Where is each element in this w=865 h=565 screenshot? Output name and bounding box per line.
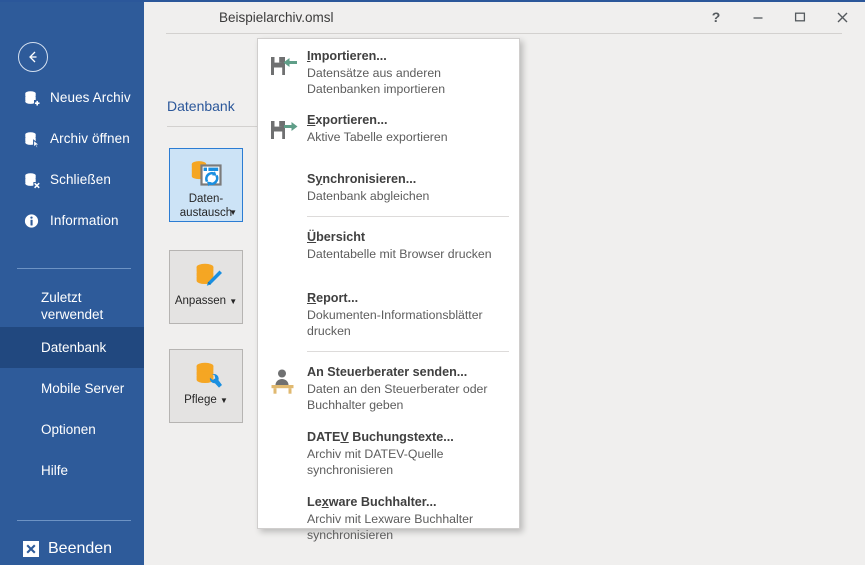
menu-item-title: Synchronisieren... <box>307 172 417 186</box>
menu-item-description: Datensätze aus anderen Datenbanken impor… <box>307 66 446 96</box>
sidebar-item-label: Archiv öffnen <box>50 131 130 146</box>
database-close-icon <box>23 171 41 189</box>
menu-item-title: Lexware Buchhalter... <box>307 495 437 509</box>
help-icon: ? <box>711 9 721 25</box>
anpassen-button[interactable]: Anpassen ▼ <box>169 250 243 324</box>
application-window: Neues Archiv Archiv öffnen Schließen Inf… <box>0 0 865 565</box>
ribbon-group-underline <box>167 126 261 127</box>
sidebar-secondary-nav: Zuletzt verwendet Datenbank Mobile Serve… <box>0 285 144 491</box>
menu-item-description: Dokumenten-Informationsblätter drucken <box>307 308 483 338</box>
menu-item-exportieren[interactable]: Exportieren... Aktive Tabelle exportiere… <box>258 109 519 148</box>
menu-item-description: Aktive Tabelle exportieren <box>307 130 448 144</box>
pflege-button[interactable]: Pflege ▼ <box>169 349 243 423</box>
database-exchange-icon <box>189 157 223 191</box>
menu-item-description: Daten an den Steuerberater oder Buchhalt… <box>307 382 488 412</box>
sidebar-divider-bottom <box>17 520 131 521</box>
menu-item-description: Datentabelle mit Browser drucken <box>307 247 492 261</box>
maximize-button[interactable] <box>779 2 821 32</box>
menu-item-title: Report... <box>307 291 359 305</box>
close-icon <box>837 12 847 22</box>
sidebar-item-label: Beenden <box>48 540 113 557</box>
sidebar-item-archiv-oeffnen[interactable]: Archiv öffnen <box>0 118 144 159</box>
chevron-down-icon[interactable]: ▼ <box>220 396 228 405</box>
button-label: Pflege ▼ <box>170 394 242 408</box>
menu-item-uebersicht[interactable]: Übersicht Datentabelle mit Browser druck… <box>258 226 519 265</box>
database-open-icon <box>23 130 41 148</box>
menu-item-title: Importieren... <box>307 49 387 63</box>
help-button[interactable]: ? <box>695 2 737 32</box>
sidebar-item-label: Information <box>50 213 119 228</box>
chevron-down-icon[interactable]: ▼ <box>229 297 237 306</box>
minimize-icon <box>753 17 763 19</box>
button-label: Anpassen ▼ <box>170 295 242 309</box>
title-bar: Beispielarchiv.omsl ? <box>144 2 865 34</box>
menu-item-title: An Steuerberater senden... <box>307 365 468 379</box>
sidebar-divider-top <box>17 268 131 269</box>
sidebar-item-label: Zuletzt verwendet <box>41 290 104 322</box>
chevron-down-icon[interactable]: ▼ <box>229 206 237 220</box>
sidebar-item-schliessen[interactable]: Schließen <box>0 159 144 200</box>
menu-item-title: DATEV Buchungstexte... <box>307 430 454 444</box>
menu-item-an-steuerberater-senden[interactable]: An Steuerberater senden... Daten an den … <box>258 361 519 416</box>
sidebar-item-label: Datenbank <box>41 340 107 355</box>
menu-item-synchronisieren[interactable]: Synchronisieren... Datenbank abgleichen <box>258 168 519 207</box>
database-pencil-icon <box>189 259 223 293</box>
menu-item-description: Archiv mit DATEV-Quelle synchronisieren <box>307 447 444 477</box>
window-title: Beispielarchiv.omsl <box>219 10 334 25</box>
menu-item-importieren[interactable]: Importieren... Datensätze aus anderen Da… <box>258 45 519 100</box>
sidebar-item-zuletzt-verwendet[interactable]: Zuletzt verwendet <box>0 285 144 327</box>
datenaustausch-dropdown-menu: Importieren... Datensätze aus anderen Da… <box>257 38 520 542</box>
menu-divider <box>307 351 509 352</box>
button-label-line1: Anpassen <box>174 295 227 307</box>
menu-item-lexware-buchhalter[interactable]: Lexware Buchhalter... Archiv mit Lexware… <box>258 491 519 546</box>
window-controls: ? <box>695 2 863 32</box>
menu-item-datev-buchungstexte[interactable]: DATEV Buchungstexte... Archiv mit DATEV-… <box>258 426 519 481</box>
datenaustausch-button[interactable]: Daten- austausch ▼ <box>169 148 243 222</box>
ribbon-group-title: Datenbank <box>167 98 235 114</box>
close-button[interactable] <box>821 2 863 32</box>
back-arrow-icon[interactable] <box>18 42 48 72</box>
sidebar-item-information[interactable]: Information <box>0 200 144 241</box>
database-wrench-icon <box>189 358 223 392</box>
content-area: Beispielarchiv.omsl ? Datenbank Daten- a… <box>144 2 865 565</box>
sidebar-item-label: Neues Archiv <box>50 90 131 105</box>
sidebar-item-label: Optionen <box>41 422 96 437</box>
menu-item-title: Exportieren... <box>307 113 388 127</box>
sidebar-primary-nav: Neues Archiv Archiv öffnen Schließen Inf… <box>0 77 144 241</box>
person-desk-icon <box>268 365 300 397</box>
menu-item-description: Datenbank abgleichen <box>307 189 430 203</box>
sidebar-item-beenden[interactable]: Beenden <box>0 532 144 565</box>
database-add-icon <box>23 89 41 107</box>
exit-x-icon <box>23 541 39 557</box>
sidebar-item-neues-archiv[interactable]: Neues Archiv <box>0 77 144 118</box>
minimize-button[interactable] <box>737 2 779 32</box>
ribbon-divider <box>166 33 842 34</box>
import-floppy-icon <box>268 51 300 83</box>
sidebar-item-label: Hilfe <box>41 463 69 478</box>
backstage-sidebar: Neues Archiv Archiv öffnen Schließen Inf… <box>0 2 144 565</box>
sidebar-item-label: Schließen <box>50 172 111 187</box>
sidebar-item-label: Mobile Server <box>41 381 125 396</box>
menu-item-title: Übersicht <box>307 230 366 244</box>
menu-divider <box>307 216 509 217</box>
sidebar-item-datenbank[interactable]: Datenbank <box>0 327 144 368</box>
button-label-line1: Pflege <box>184 394 217 406</box>
button-label-line2: austausch <box>179 206 233 219</box>
maximize-icon <box>794 12 806 22</box>
export-floppy-icon <box>268 115 300 147</box>
sidebar-item-hilfe[interactable]: Hilfe <box>0 450 144 491</box>
sidebar-item-mobile-server[interactable]: Mobile Server <box>0 368 144 409</box>
button-label: Daten- austausch ▼ <box>170 193 242 220</box>
menu-item-description: Archiv mit Lexware Buchhalter synchronis… <box>307 512 474 542</box>
button-label-line1: Daten- <box>188 193 224 205</box>
info-icon <box>23 212 41 230</box>
menu-item-report[interactable]: Report... Dokumenten-Informationsblätter… <box>258 287 519 342</box>
sidebar-item-optionen[interactable]: Optionen <box>0 409 144 450</box>
